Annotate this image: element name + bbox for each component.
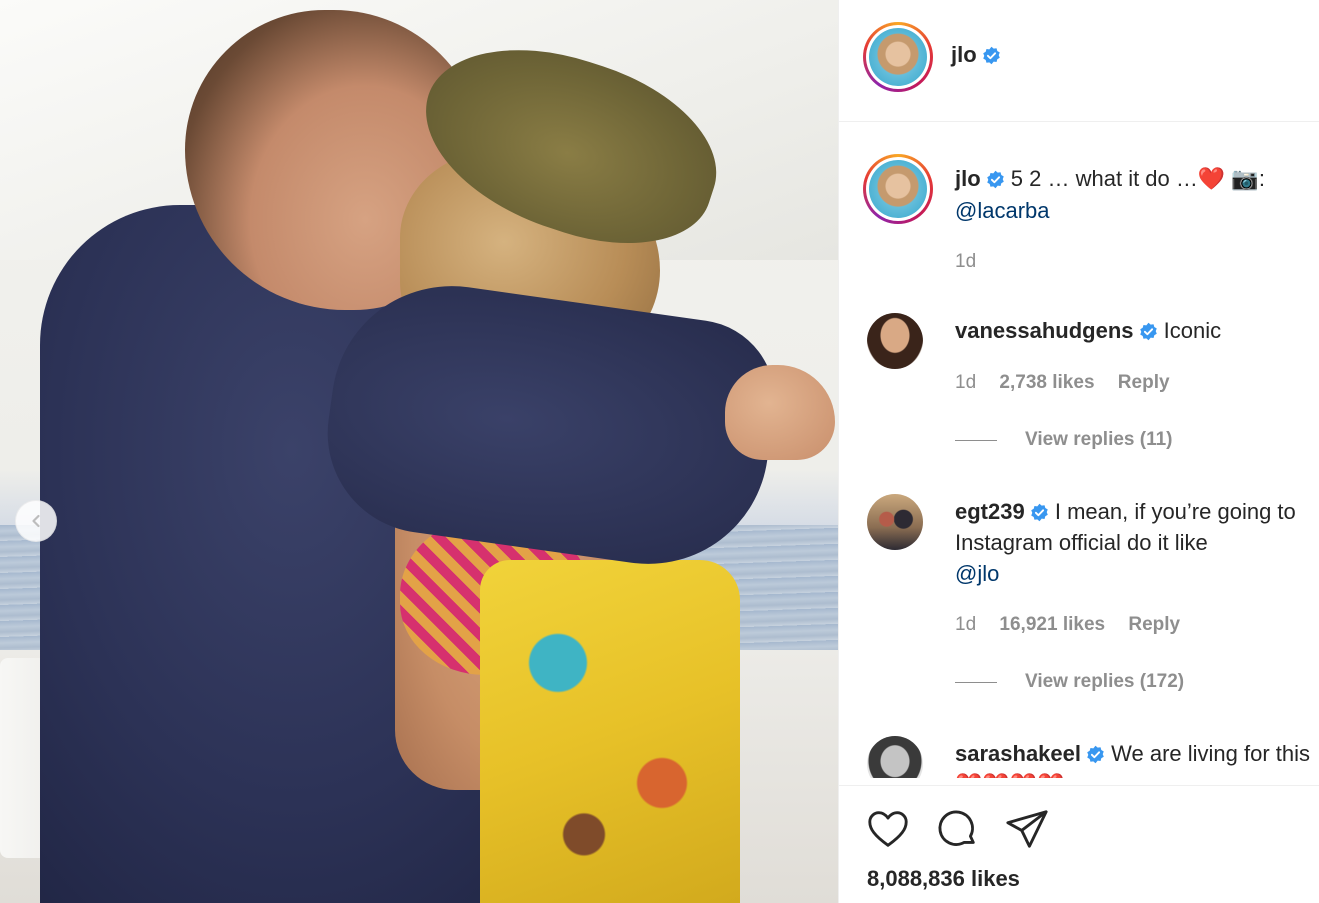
- comment-avatar[interactable]: [867, 313, 923, 369]
- verified-badge-icon: [982, 46, 1000, 65]
- comment-text: vanessahudgens Iconic: [955, 315, 1315, 346]
- verified-badge-icon: [1087, 745, 1104, 764]
- comment-likes[interactable]: 2,738 likes: [999, 372, 1094, 393]
- comment-icon[interactable]: [934, 806, 980, 852]
- reply-button[interactable]: Reply: [1118, 372, 1170, 393]
- view-replies-button[interactable]: View replies (11): [955, 429, 1173, 451]
- comment-meta: 1d 16,921 likes Reply: [955, 614, 1180, 636]
- header-username-text[interactable]: jlo: [951, 42, 977, 67]
- caption-text: jlo 5 2 … what it do …❤️ 📷: @lacarba: [955, 163, 1305, 227]
- view-replies-label[interactable]: View replies (172): [1025, 671, 1184, 693]
- comment-time[interactable]: 1d: [955, 614, 976, 635]
- post-actions: 8,088,836 likes: [839, 785, 1319, 903]
- replies-divider: [955, 681, 997, 683]
- replies-divider: [955, 439, 997, 441]
- header-username[interactable]: jlo: [951, 42, 1001, 68]
- comment-text: sarashakeel We are living for this ❤️❤️❤…: [955, 738, 1315, 778]
- caption-time[interactable]: 1d: [955, 251, 976, 272]
- caption-mention-link[interactable]: @lacarba: [955, 198, 1050, 223]
- view-replies-button[interactable]: View replies (172): [955, 671, 1184, 693]
- post-photo[interactable]: [0, 0, 838, 903]
- chevron-left-icon: [32, 514, 40, 528]
- caption-avatar[interactable]: [863, 154, 933, 224]
- photo-wrap: [480, 560, 740, 903]
- caption-meta: 1d: [955, 251, 976, 273]
- avatar-image: [869, 28, 927, 86]
- comment-body: Iconic: [1163, 318, 1222, 343]
- view-replies-label[interactable]: View replies (11): [1025, 429, 1173, 451]
- previous-image-button[interactable]: [15, 500, 57, 542]
- verified-badge-icon: [1139, 322, 1157, 341]
- post-header: jlo: [839, 0, 1319, 122]
- caption-body: 5 2 … what it do …: [1010, 166, 1198, 191]
- comment-username[interactable]: egt239: [955, 499, 1025, 524]
- comment-meta: 1d 2,738 likes Reply: [955, 372, 1170, 394]
- heart-icon[interactable]: [865, 806, 911, 852]
- post-side-panel: jlo jlo 5 2 … what it do …❤️ 📷: @lacarba…: [838, 0, 1319, 903]
- comment-avatar[interactable]: [867, 736, 923, 778]
- comment-mention-link[interactable]: @jlo: [955, 561, 999, 586]
- share-icon[interactable]: [1004, 806, 1050, 852]
- header-avatar[interactable]: [863, 22, 933, 92]
- comment-text: egt239 I mean, if you’re going to Instag…: [955, 496, 1315, 589]
- comments-list[interactable]: jlo 5 2 … what it do …❤️ 📷: @lacarba 1d …: [839, 123, 1319, 778]
- likes-count[interactable]: 8,088,836 likes: [867, 866, 1020, 892]
- caption-username[interactable]: jlo: [955, 166, 981, 191]
- comment-time[interactable]: 1d: [955, 372, 976, 393]
- verified-badge-icon: [1030, 503, 1048, 522]
- photo-hand: [725, 365, 835, 460]
- camera-emoji: 📷: [1231, 166, 1259, 191]
- avatar-image: [869, 160, 927, 218]
- reply-button[interactable]: Reply: [1128, 614, 1180, 635]
- comment-avatar[interactable]: [867, 494, 923, 550]
- comment-likes[interactable]: 16,921 likes: [999, 614, 1105, 635]
- comment-username[interactable]: sarashakeel: [955, 741, 1081, 766]
- caption-suffix: :: [1258, 166, 1265, 191]
- verified-badge-icon: [986, 170, 1004, 189]
- comment-username[interactable]: vanessahudgens: [955, 318, 1134, 343]
- heart-emoji: ❤️: [1197, 166, 1226, 191]
